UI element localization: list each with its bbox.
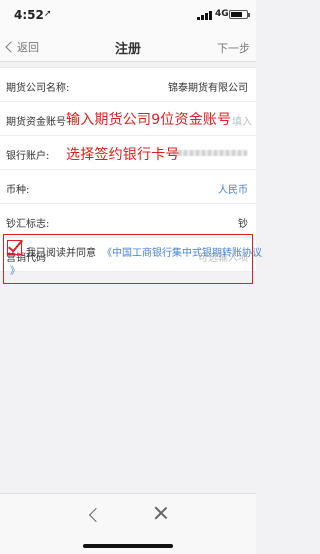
agreement-prefix: 我已阅读并同意 <box>26 248 96 259</box>
account-input[interactable]: 填入 <box>232 113 252 128</box>
status-bar: 4:52 ➚ 4G <box>0 0 256 32</box>
nav-bar: 返回 注册 下一步 <box>0 32 256 62</box>
location-arrow-icon: ➚ <box>44 9 52 19</box>
toolbar-back-icon[interactable] <box>88 507 104 523</box>
agreement-link-end[interactable]: 》 <box>10 262 20 277</box>
network-type: 4G <box>215 9 229 19</box>
cash-flag-value: 钞 <box>238 219 248 230</box>
company-row[interactable]: 期货公司名称: 锦泰期货有限公司 <box>0 68 256 102</box>
home-area <box>0 539 256 554</box>
cash-flag-label: 钞汇标志: <box>6 219 50 230</box>
company-label: 期货公司名称: <box>6 83 70 94</box>
account-row[interactable]: 期货资金账号 填入 输入期货公司9位资金账号 <box>0 102 256 136</box>
bank-annotation: 选择签约银行卡号 <box>66 147 180 163</box>
company-value: 锦泰期货有限公司 <box>168 83 248 94</box>
signal-icon <box>197 11 213 20</box>
agreement-checkbox[interactable] <box>7 236 24 255</box>
currency-value: 人民币 <box>218 185 248 196</box>
bank-account-value-redacted <box>172 150 248 156</box>
battery-icon <box>229 10 250 19</box>
cash-flag-row[interactable]: 钞汇标志: 钞 <box>0 204 256 238</box>
bank-label: 银行账户: <box>6 151 50 162</box>
currency-row[interactable]: 币种: 人民币 <box>0 170 256 204</box>
account-annotation: 输入期货公司9位资金账号 <box>66 112 232 128</box>
checkmark-icon <box>7 236 24 253</box>
bank-row[interactable]: 银行账户: 选择签约银行卡号 <box>0 136 256 170</box>
home-indicator[interactable] <box>83 544 173 548</box>
account-label: 期货资金账号 <box>6 117 66 128</box>
agreement-box: 我已阅读并同意 《中国工商银行集中式银期转账协议 》 <box>3 234 262 284</box>
currency-label: 币种: <box>6 185 30 196</box>
next-step-button[interactable]: 下一步 <box>217 40 250 56</box>
close-icon[interactable] <box>151 503 171 523</box>
bottom-toolbar <box>0 493 256 539</box>
status-time: 4:52 <box>14 8 44 22</box>
agreement-link[interactable]: 《中国工商银行集中式银期转账协议 <box>102 244 262 259</box>
